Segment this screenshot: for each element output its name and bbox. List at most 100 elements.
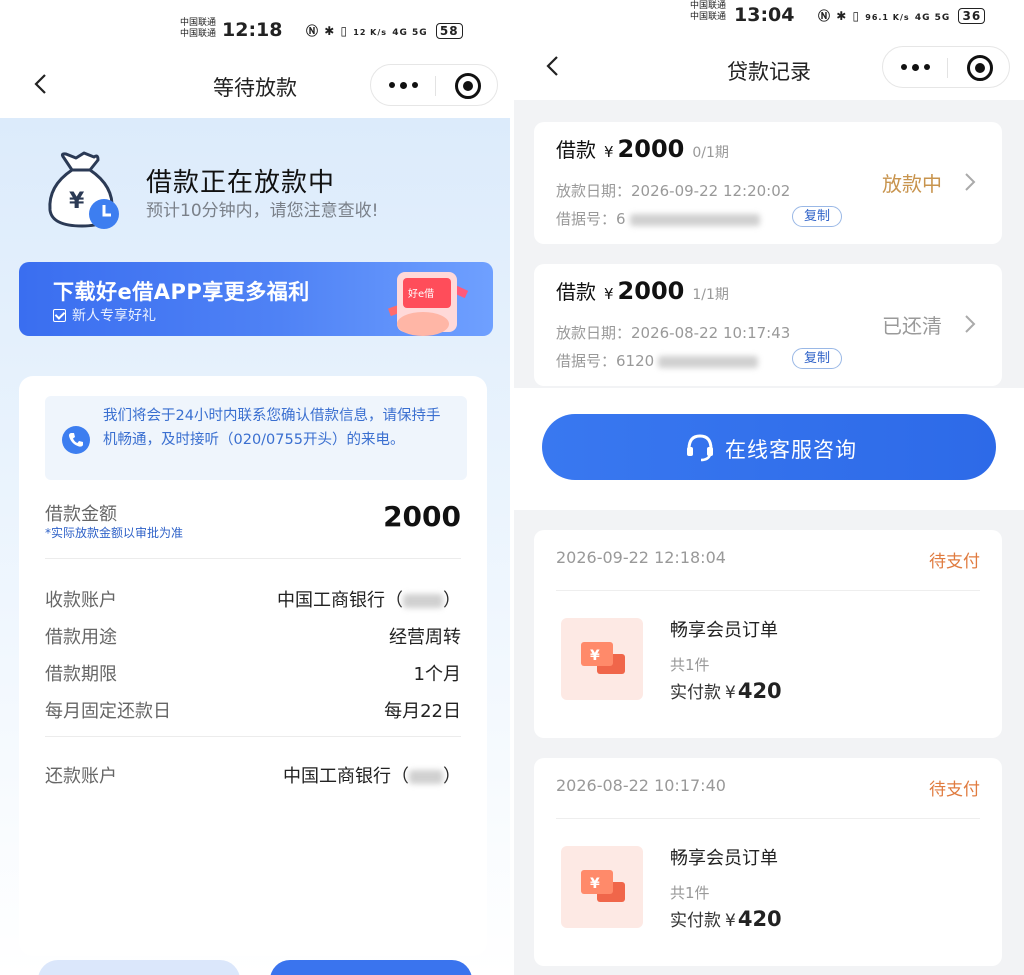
detail-value-suffix: ） [443,590,461,611]
copy-button[interactable]: 复制 [792,348,842,369]
more-menu-icon[interactable] [371,65,435,105]
loan-title: 借款 ¥2000 0/1期 [556,134,729,163]
loan-period: 1/1期 [692,287,729,303]
loan-number: 借据号：6120 [556,350,759,371]
status-icons: Ⓝ ✱ ▯ 12 K/s 4G 5G 58 [306,22,463,39]
order-card[interactable]: 2026-09-22 12:18:04 待支付 ¥ 畅享会员订单 共1件 实付款… [534,530,1002,738]
loan-number-label: 借据号： [556,352,617,370]
detail-label: 借款用途 [45,627,117,648]
capsule-divider [947,58,948,78]
loan-amount-note: *实际放款金额以审批为准 [45,526,184,540]
loan-amount-value: 2000 [383,500,461,533]
masked-account-digits [403,594,443,608]
chevron-right-icon [964,172,976,192]
masked-loan-number [629,213,760,226]
phone-icon [62,426,90,454]
loan-number-visible: 6 [616,210,626,228]
bottom-secondary-button[interactable] [38,960,240,975]
detail-label: 收款账户 [45,590,117,611]
membership-order-icon: ¥ [561,846,643,928]
detail-value-text: 中国工商银行（ [277,590,403,611]
bottom-primary-button[interactable] [270,960,472,975]
status-time: 12:18 [222,19,283,41]
headset-icon [684,431,716,463]
vibrate-icon: ▯ [340,24,349,38]
close-mini-program-icon[interactable] [455,73,481,99]
paid-amount: 420 [737,907,782,931]
download-app-banner[interactable]: 下载好e借APP享更多福利 新人专享好礼 好e借 [19,262,493,336]
detail-value: 1个月 [413,664,461,685]
detail-value-text: 中国工商银行（ [283,766,409,787]
order-card[interactable]: 2026-08-22 10:17:40 待支付 ¥ 畅享会员订单 共1件 实付款… [534,758,1002,966]
loan-number-label: 借据号： [556,210,617,228]
carrier-label: 中国联通 中国联通 [180,18,216,40]
detail-row-repay-day: 每月固定还款日 每月22日 [45,697,461,727]
notice-text: 我们将会于24小时内联系您确认借款信息，请保持手机畅通，及时接听（020/075… [103,408,441,448]
loan-amount-label: 借款金额 [45,504,117,525]
loan-status: 放款中 [882,172,942,196]
order-time: 2026-09-22 12:18:04 [556,548,726,567]
online-customer-service-button[interactable]: 在线客服咨询 [542,414,996,480]
signal-icon: 4G 5G [392,28,428,38]
order-name: 畅享会员订单 [670,848,778,869]
phone-hand-illustration: 好e借 [369,266,479,336]
more-menu-icon[interactable] [883,47,947,87]
loan-record-card[interactable]: 借款 ¥2000 0/1期 放款日期：2026-09-22 12:20:02 借据号… [534,122,1002,244]
net-speed: 96.1 K/s [865,13,910,22]
paid-label: 实付款 [670,683,721,703]
loan-record-card[interactable]: 借款 ¥2000 1/1期 放款日期：2026-08-22 10:17:43 借据号… [534,264,1002,386]
signal-icon: 4G 5G [914,13,951,23]
customer-service-bar: 在线客服咨询 [514,388,1024,510]
vibrate-icon: ▯ [852,9,861,23]
loan-amount: 2000 [617,277,685,305]
loan-date: 放款日期：2026-08-22 10:17:43 [556,324,791,342]
net-speed: 12 K/s [353,28,388,37]
status-time: 13:04 [734,4,795,26]
loan-label: 借款 [556,138,596,162]
carrier-label: 中国联通 中国联通 [690,1,726,23]
loan-number-visible: 6120 [616,352,655,370]
order-time: 2026-08-22 10:17:40 [556,776,726,795]
nav-bar: 贷款记录 [514,44,1024,100]
svg-text:¥: ¥ [590,876,600,892]
detail-row-term: 借款期限 1个月 [45,660,461,690]
chevron-right-icon [964,314,976,334]
detail-row-receiving-account: 收款账户 中国工商银行（ ） [45,586,461,616]
check-icon [53,309,66,322]
banner-subtitle-text: 新人专享好礼 [72,308,156,324]
order-paid-amount: 实付款 ¥420 [670,906,782,931]
loan-title: 借款 ¥2000 1/1期 [556,276,729,305]
close-mini-program-icon[interactable] [967,55,993,81]
currency-symbol: ¥ [725,683,736,703]
order-paid-amount: 实付款 ¥420 [670,678,782,703]
carrier-1: 中国联通 [180,18,217,28]
currency-symbol: ¥ [725,911,736,931]
detail-value: 经营周转 [389,627,461,648]
divider [556,590,980,591]
order-status: 待支付 [929,552,980,572]
nfc-icon: Ⓝ [818,9,832,23]
nfc-icon: Ⓝ [306,24,320,38]
detail-row-purpose: 借款用途 经营周转 [45,623,461,653]
svg-text:¥: ¥ [69,189,85,214]
waiting-disbursement-screen: 中国联通 中国联通 12:18 Ⓝ ✱ ▯ 12 K/s 4G 5G 58 等待… [0,0,510,975]
phone-label: 好e借 [408,288,434,300]
paid-amount: 420 [737,679,782,703]
status-bar: 中国联通 中国联通 13:04 Ⓝ ✱ ▯ 96.1 K/s 4G 5G 36 [514,0,1024,50]
detail-label: 每月固定还款日 [45,701,171,722]
bluetooth-icon: ✱ [324,24,336,38]
loan-info-card: 我们将会于24小时内联系您确认借款信息，请保持手机畅通，及时接听（020/075… [19,376,487,956]
loan-status: 已还清 [882,314,942,338]
loan-records-screen: 中国联通 中国联通 13:04 Ⓝ ✱ ▯ 96.1 K/s 4G 5G 36 … [514,0,1024,975]
battery-icon: 58 [435,23,463,39]
nav-bar: 等待放款 [0,58,510,114]
disbursement-status-title: 借款正在放款中 [146,168,336,198]
masked-loan-number [658,355,759,368]
detail-value: 中国工商银行（ ） [277,586,461,612]
mini-program-capsule [370,64,498,106]
mini-program-capsule [882,46,1010,88]
battery-icon: 36 [958,8,986,24]
divider [45,736,461,737]
copy-button[interactable]: 复制 [792,206,842,227]
loan-label: 借款 [556,280,596,304]
